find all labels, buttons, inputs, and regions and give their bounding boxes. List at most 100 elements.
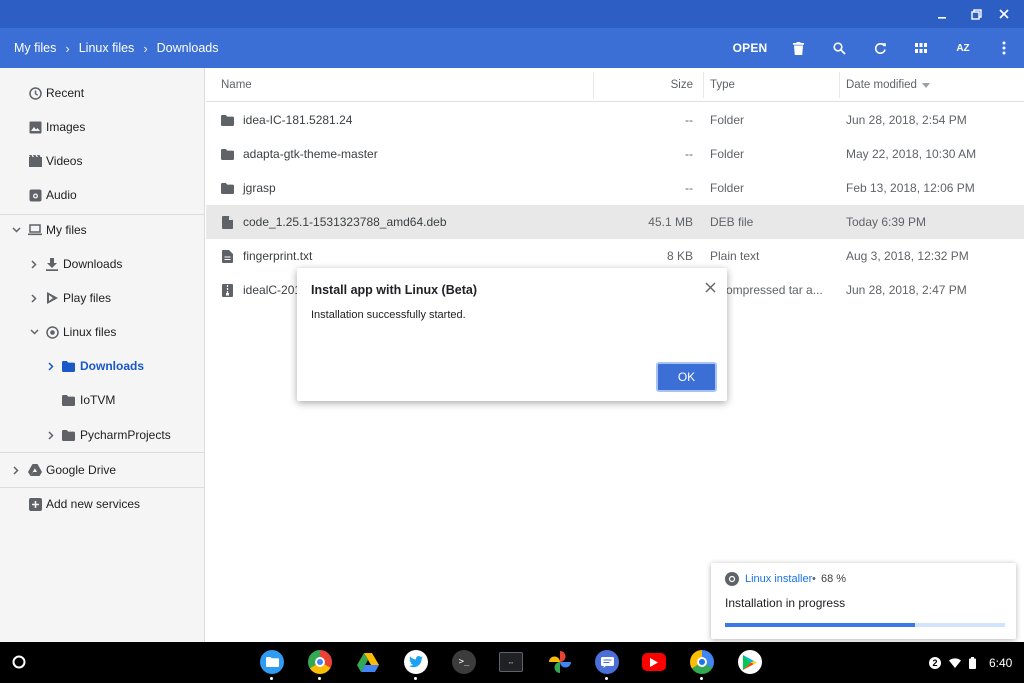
- restore-icon[interactable]: [965, 4, 987, 24]
- running-indicator: [700, 677, 703, 680]
- sidebar-label: Videos: [46, 154, 83, 168]
- file-row-selected[interactable]: code_1.25.1-1531323788_amd64.deb 45.1 MB…: [206, 205, 1024, 239]
- sidebar-item-add-new-services[interactable]: Add new services: [0, 487, 205, 521]
- chevron-right-icon[interactable]: [29, 259, 39, 269]
- minimize-icon[interactable]: [931, 4, 953, 24]
- wifi-icon: [949, 657, 961, 668]
- file-name: adapta-gtk-theme-master: [243, 147, 378, 161]
- dialog-message: Installation successfully started.: [311, 309, 466, 321]
- twitter-icon[interactable]: [404, 650, 428, 674]
- folder-icon: [61, 359, 75, 373]
- file-row[interactable]: jgrasp -- Folder Feb 13, 2018, 12:06 PM: [206, 171, 1024, 205]
- launcher-icon[interactable]: [8, 651, 30, 673]
- file-icon: [220, 205, 234, 239]
- sidebar-item-videos[interactable]: Videos: [0, 144, 205, 178]
- search-icon[interactable]: [829, 28, 849, 68]
- sidebar-item-iotvm[interactable]: IoTVM: [0, 383, 205, 417]
- more-options-icon[interactable]: [994, 28, 1014, 68]
- sidebar: Recent Images Videos Audio My files Down…: [0, 68, 205, 642]
- delete-icon[interactable]: [788, 28, 808, 68]
- youtube-icon[interactable]: [642, 653, 666, 671]
- terminal-icon[interactable]: >_: [452, 650, 476, 674]
- running-indicator: [270, 677, 273, 680]
- chevron-right-icon[interactable]: [46, 430, 56, 440]
- notification-percent: 68 %: [821, 573, 847, 585]
- drive-icon: [28, 463, 42, 477]
- sidebar-label: Play files: [63, 291, 112, 305]
- refresh-icon[interactable]: [870, 28, 890, 68]
- video-icon: [28, 154, 42, 168]
- column-header-date-label: Date modified: [846, 79, 917, 91]
- file-date: Aug 3, 2018, 12:32 PM: [846, 249, 969, 263]
- laptop-icon: [28, 223, 42, 237]
- file-type: Folder: [710, 113, 745, 127]
- photos-icon[interactable]: [548, 650, 572, 674]
- column-header-name[interactable]: Name: [221, 68, 252, 102]
- file-size: --: [685, 113, 693, 127]
- sidebar-label: My files: [46, 223, 87, 237]
- file-row[interactable]: adapta-gtk-theme-master -- Folder May 22…: [206, 137, 1024, 171]
- chevron-down-icon[interactable]: [11, 225, 21, 235]
- ok-button[interactable]: OK: [656, 362, 717, 392]
- messages-icon[interactable]: [595, 650, 619, 674]
- chrome-beta-icon[interactable]: [690, 650, 714, 674]
- sidebar-item-images[interactable]: Images: [0, 110, 205, 144]
- sort-button[interactable]: AZ: [950, 28, 976, 68]
- folder-icon: [61, 428, 75, 442]
- image-icon: [28, 120, 42, 134]
- download-icon: [45, 257, 59, 271]
- chevron-right-icon[interactable]: [11, 465, 21, 475]
- file-row[interactable]: idea-IC-181.5281.24 -- Folder Jun 28, 20…: [206, 103, 1024, 137]
- files-app-icon[interactable]: [260, 650, 284, 674]
- play-store-icon[interactable]: [738, 650, 762, 674]
- sort-descending-icon: [921, 82, 930, 88]
- column-header-type[interactable]: Type: [710, 68, 735, 102]
- google-drive-icon[interactable]: [356, 650, 380, 674]
- linux-icon: [45, 325, 59, 339]
- file-type: Folder: [710, 181, 745, 195]
- column-header-size[interactable]: Size: [606, 68, 693, 102]
- file-name: idealC-201: [243, 283, 302, 297]
- crosh-icon[interactable]: ▪▪▪: [499, 652, 523, 672]
- file-size: --: [685, 181, 693, 195]
- status-area[interactable]: 2 6:40: [929, 642, 1012, 683]
- file-date: Today 6:39 PM: [846, 215, 927, 229]
- open-button[interactable]: OPEN: [728, 28, 772, 68]
- breadcrumb-linux-files[interactable]: Linux files: [79, 41, 135, 55]
- notification-message: Installation in progress: [725, 596, 846, 610]
- sidebar-item-downloads[interactable]: Downloads: [0, 247, 205, 281]
- sidebar-item-recent[interactable]: Recent: [0, 76, 205, 110]
- add-box-icon: [28, 497, 42, 511]
- close-icon[interactable]: [701, 278, 719, 296]
- file-size: --: [685, 147, 693, 161]
- file-name: code_1.25.1-1531323788_amd64.deb: [243, 215, 447, 229]
- sidebar-item-google-drive[interactable]: Google Drive: [0, 453, 205, 487]
- close-window-icon[interactable]: [993, 4, 1015, 24]
- column-header-date[interactable]: Date modified: [846, 68, 930, 102]
- sidebar-item-my-files[interactable]: My files: [0, 213, 205, 247]
- shelf: >_ ▪▪▪ 2 6:40: [0, 642, 1024, 683]
- breadcrumb-my-files[interactable]: My files: [14, 41, 56, 55]
- sidebar-item-linux-downloads[interactable]: Downloads: [0, 349, 205, 383]
- file-name: idea-IC-181.5281.24: [243, 113, 353, 127]
- column-divider: [839, 72, 840, 98]
- breadcrumb-downloads[interactable]: Downloads: [157, 41, 219, 55]
- chevron-right-icon[interactable]: [46, 361, 56, 371]
- grid-view-icon[interactable]: [911, 28, 931, 68]
- sidebar-item-pycharmprojects[interactable]: PycharmProjects: [0, 418, 205, 452]
- notification-app-name: Linux installer: [745, 573, 813, 585]
- chevron-right-icon[interactable]: [29, 293, 39, 303]
- folder-icon: [61, 393, 75, 407]
- file-list-header: Name Size Type Date modified: [206, 68, 1024, 102]
- sidebar-item-linux-files[interactable]: Linux files: [0, 315, 205, 349]
- chrome-icon[interactable]: [308, 650, 332, 674]
- sidebar-item-play-files[interactable]: Play files: [0, 281, 205, 315]
- sidebar-item-audio[interactable]: Audio: [0, 178, 205, 212]
- notification-count-badge: 2: [929, 656, 941, 669]
- install-notification[interactable]: Linux installer • 68 % Installation in p…: [711, 563, 1016, 639]
- play-store-icon: [45, 291, 59, 305]
- chevron-right-icon: ›: [143, 40, 148, 56]
- chevron-down-icon[interactable]: [29, 327, 39, 337]
- file-date: Jun 28, 2018, 2:47 PM: [846, 283, 967, 297]
- file-date: Jun 28, 2018, 2:54 PM: [846, 113, 967, 127]
